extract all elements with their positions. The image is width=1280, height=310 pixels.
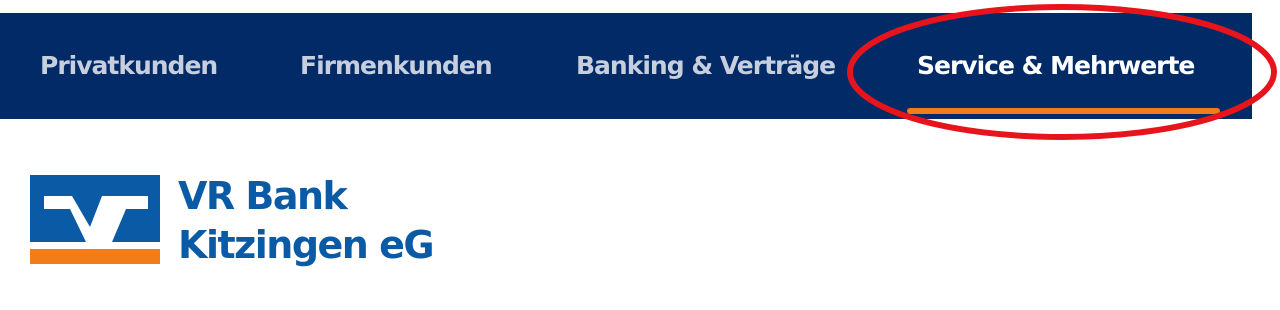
main-navigation: Privatkunden Firmenkunden Banking & Vert… [0,13,1252,119]
nav-item-banking-vertraege[interactable]: Banking & Verträge [576,13,836,119]
brand-name-line2: Kitzingen eG [178,223,435,267]
brand-logo[interactable]: VR Bank Kitzingen eG [30,175,470,275]
brand-name-line1: VR Bank [178,174,348,218]
nav-item-privatkunden[interactable]: Privatkunden [40,13,218,119]
active-tab-indicator [907,108,1220,114]
volksbank-logo-icon [30,175,160,264]
nav-item-firmenkunden[interactable]: Firmenkunden [300,13,493,119]
page: Privatkunden Firmenkunden Banking & Vert… [0,0,1280,310]
nav-item-service-mehrwerte[interactable]: Service & Mehrwerte [917,13,1195,119]
